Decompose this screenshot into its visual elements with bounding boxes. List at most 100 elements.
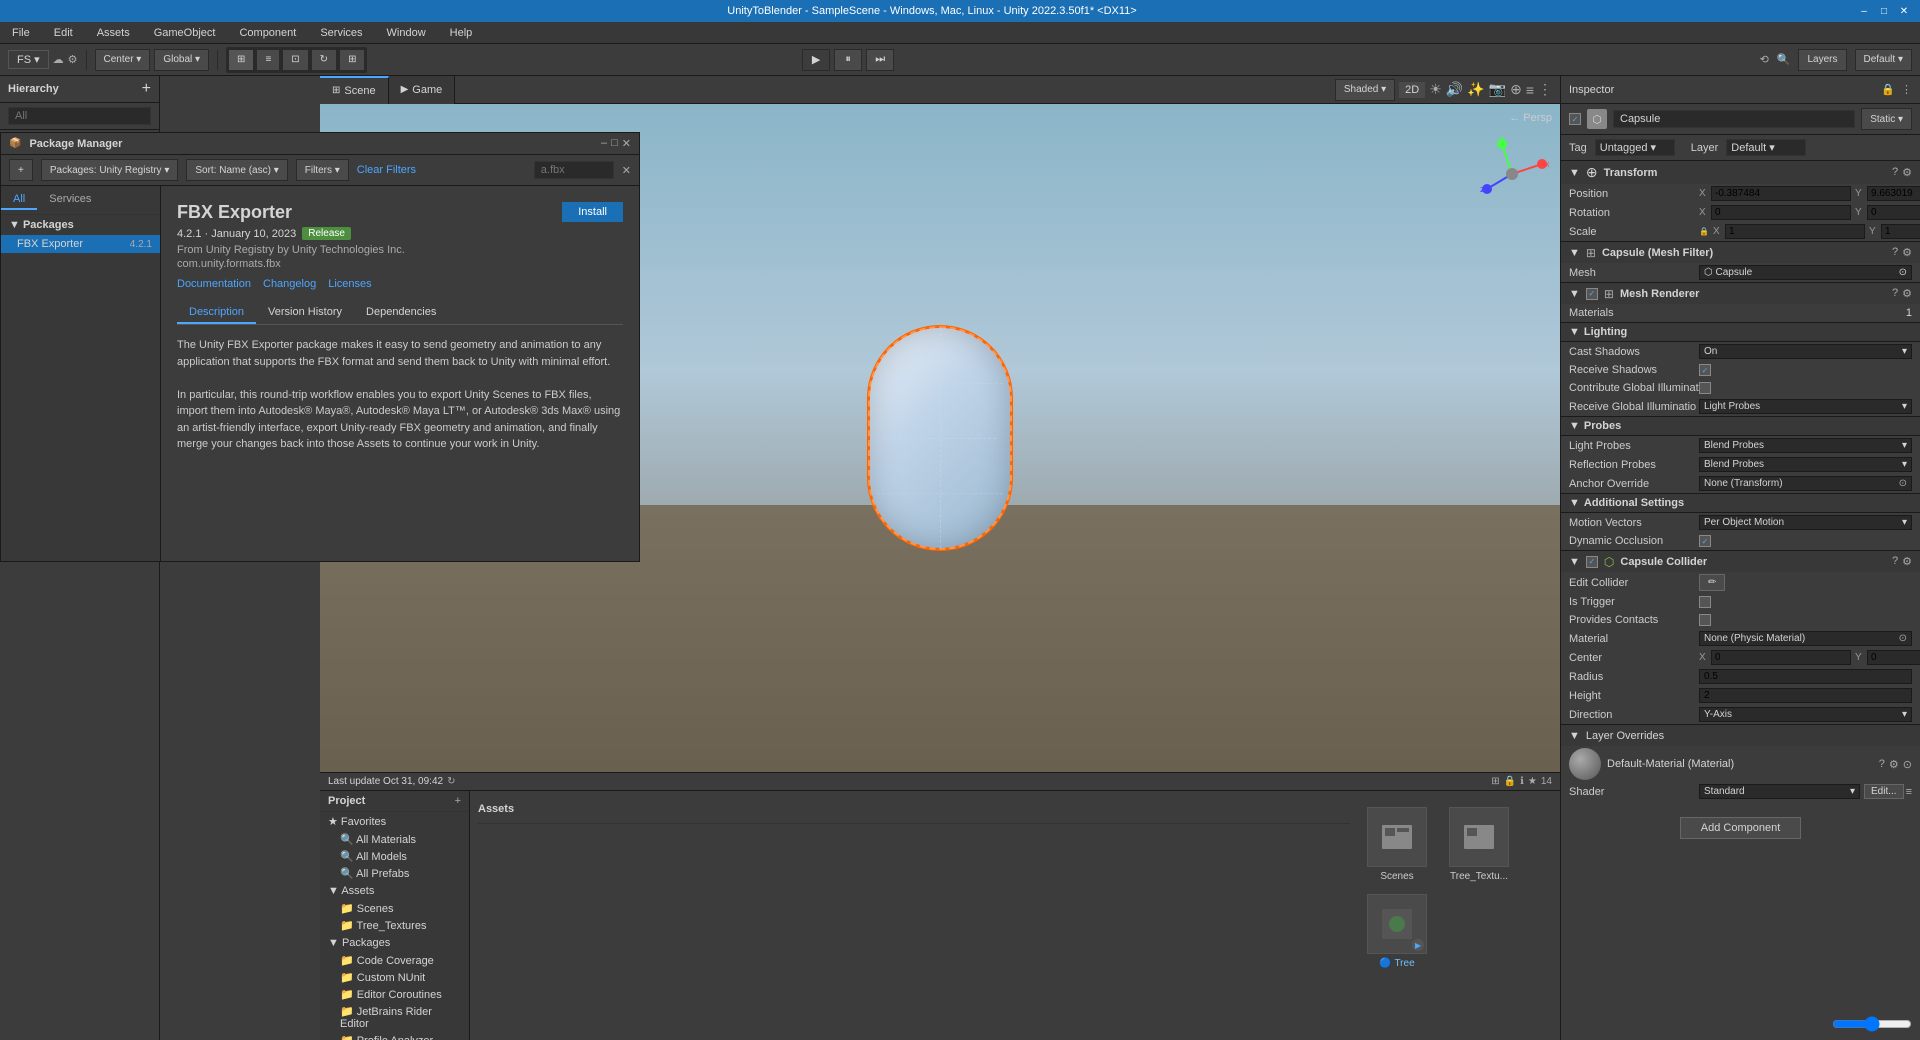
proj-custom-nunit[interactable]: 📁 Custom NUnit: [320, 969, 469, 986]
menu-services[interactable]: Services: [314, 25, 368, 41]
snap-button[interactable]: ⊞: [228, 49, 254, 71]
capsule-object[interactable]: [870, 328, 1010, 548]
rotate-button[interactable]: ↻: [311, 49, 337, 71]
inspector-menu-icon[interactable]: ⋮: [1901, 83, 1912, 96]
mesh-value[interactable]: ⬡ Capsule ⊙: [1699, 265, 1912, 280]
pm-tab-version-history[interactable]: Version History: [256, 302, 354, 324]
search-icon[interactable]: 🔍: [1777, 53, 1791, 66]
scale-x-input[interactable]: [1725, 224, 1865, 239]
pm-filters-button[interactable]: Filters ▾: [296, 159, 349, 181]
layout-button[interactable]: ≡: [256, 49, 280, 71]
menu-file[interactable]: File: [6, 25, 36, 41]
anchor-override-dropdown[interactable]: None (Transform) ⊙: [1699, 476, 1912, 491]
pm-search-close[interactable]: ✕: [622, 164, 631, 177]
history-icon[interactable]: ⟲: [1760, 53, 1769, 66]
default-button[interactable]: Default ▾: [1855, 49, 1912, 71]
scene-cam-button[interactable]: 📷: [1489, 81, 1506, 98]
ctr-x-input[interactable]: [1711, 650, 1851, 665]
proj-code-coverage[interactable]: 📁 Code Coverage: [320, 952, 469, 969]
add-component-button[interactable]: Add Component: [1680, 817, 1802, 839]
is-trigger-checkbox[interactable]: [1699, 596, 1711, 608]
close-button[interactable]: ✕: [1896, 3, 1912, 19]
scene-menu-icon[interactable]: ⋮: [1538, 81, 1552, 98]
maximize-button[interactable]: □: [1876, 3, 1892, 19]
transform-header[interactable]: ▼ ⊕ Transform ? ⚙: [1561, 160, 1920, 184]
project-menu[interactable]: +: [455, 795, 461, 807]
material-info-icon[interactable]: ?: [1879, 758, 1885, 771]
pm-link-docs[interactable]: Documentation: [177, 278, 251, 290]
center-button[interactable]: Center ▾: [95, 49, 151, 71]
meshfilter-settings-icon[interactable]: ⚙: [1902, 246, 1912, 259]
hierarchy-search-input[interactable]: [8, 107, 151, 125]
grid-button[interactable]: ⊡: [282, 49, 308, 71]
direction-dropdown[interactable]: Y-Axis▾: [1699, 707, 1912, 722]
scene-shading-button[interactable]: Shaded ▾: [1335, 79, 1395, 101]
material-settings-icon[interactable]: ⚙: [1889, 758, 1899, 771]
capsule-collider-settings-icon[interactable]: ⚙: [1902, 555, 1912, 568]
scene-overlay-button[interactable]: ≡: [1526, 82, 1534, 98]
menu-edit[interactable]: Edit: [48, 25, 79, 41]
col-material-circle-icon[interactable]: ⊙: [1899, 633, 1907, 644]
refresh-icon[interactable]: ↻: [447, 776, 455, 787]
dynamic-occlusion-checkbox[interactable]: [1699, 535, 1711, 547]
pm-link-licenses[interactable]: Licenses: [328, 278, 371, 290]
scale-y-input[interactable]: [1881, 224, 1920, 239]
proj-packages[interactable]: ▼ Packages: [320, 934, 469, 952]
pm-item-fbx-exporter[interactable]: FBX Exporter 4.2.1: [1, 235, 160, 253]
proj-assets[interactable]: ▼ Assets: [320, 882, 469, 900]
provides-contacts-checkbox[interactable]: [1699, 614, 1711, 626]
proj-favorites[interactable]: ★ Favorites: [320, 812, 469, 831]
transform-info-icon[interactable]: ?: [1892, 166, 1898, 179]
ctr-y-input[interactable]: [1867, 650, 1920, 665]
proj-all-prefabs[interactable]: 🔍 All Prefabs: [320, 865, 469, 882]
scene-fx-button[interactable]: ✨: [1467, 81, 1484, 98]
scene-footer-lock[interactable]: 🔒: [1504, 776, 1516, 787]
pos-y-input[interactable]: [1867, 186, 1920, 201]
pm-install-button[interactable]: Install: [562, 202, 623, 222]
material-circle-icon[interactable]: ⊙: [1903, 758, 1912, 771]
inspector-lock-icon[interactable]: 🔒: [1881, 83, 1895, 96]
proj-profile-analyzer[interactable]: 📁 Profile Analyzer: [320, 1032, 469, 1040]
minimize-button[interactable]: –: [1856, 3, 1872, 19]
meshrenderer-info-icon[interactable]: ?: [1892, 287, 1898, 300]
tag-dropdown[interactable]: Untagged ▾: [1595, 139, 1675, 156]
pm-search-input[interactable]: [534, 161, 614, 179]
pm-minimize[interactable]: –: [601, 137, 607, 150]
menu-help[interactable]: Help: [444, 25, 479, 41]
pm-add-button[interactable]: +: [9, 159, 33, 181]
scene-audio-button[interactable]: 🔊: [1446, 81, 1463, 98]
layer-dropdown[interactable]: Default ▾: [1726, 139, 1806, 156]
pm-close[interactable]: ✕: [622, 137, 631, 150]
step-button[interactable]: ⏭: [866, 49, 894, 71]
rot-y-input[interactable]: [1867, 205, 1920, 220]
scene-footer-star[interactable]: ★: [1528, 776, 1537, 787]
persp-label[interactable]: ← Persp: [1509, 112, 1552, 124]
pm-packages-section[interactable]: ▼ Packages: [1, 215, 160, 235]
proj-all-models[interactable]: 🔍 All Models: [320, 848, 469, 865]
pm-tab-all[interactable]: All: [1, 190, 37, 210]
edit-button[interactable]: Edit...: [1864, 784, 1904, 799]
tab-scene[interactable]: ⊞Scene: [320, 76, 389, 104]
scene-light-button[interactable]: ☀: [1429, 81, 1442, 98]
layers-button[interactable]: Layers: [1798, 49, 1846, 71]
obj-name-input[interactable]: [1613, 110, 1855, 128]
pm-maximize[interactable]: □: [611, 137, 618, 150]
scene-2d-button[interactable]: 2D: [1399, 82, 1425, 98]
anchor-override-circle-icon[interactable]: ⊙: [1899, 478, 1907, 489]
pm-tab-services[interactable]: Services: [37, 190, 103, 210]
proj-editor-coroutines[interactable]: 📁 Editor Coroutines: [320, 986, 469, 1003]
proj-all-materials[interactable]: 🔍 All Materials: [320, 831, 469, 848]
settings-icon[interactable]: ⚙: [68, 53, 78, 66]
rot-x-input[interactable]: [1711, 205, 1851, 220]
cloud-icon[interactable]: ☁: [53, 53, 64, 66]
menu-window[interactable]: Window: [381, 25, 432, 41]
cast-shadows-dropdown[interactable]: On▾: [1699, 344, 1912, 359]
layer-overrides-header[interactable]: ▼ Layer Overrides: [1561, 724, 1920, 746]
hierarchy-add-button[interactable]: +: [142, 80, 151, 98]
probes-section[interactable]: ▼ Probes: [1561, 416, 1920, 436]
tab-game[interactable]: ▶Game: [389, 76, 456, 104]
meshfilter-header[interactable]: ▼ ⊞ Capsule (Mesh Filter) ? ⚙: [1561, 241, 1920, 263]
meshrenderer-enabled[interactable]: [1586, 288, 1598, 300]
asset-item-tree-textures[interactable]: Tree_Textu...: [1444, 807, 1514, 882]
global-button[interactable]: Global ▾: [154, 49, 209, 71]
